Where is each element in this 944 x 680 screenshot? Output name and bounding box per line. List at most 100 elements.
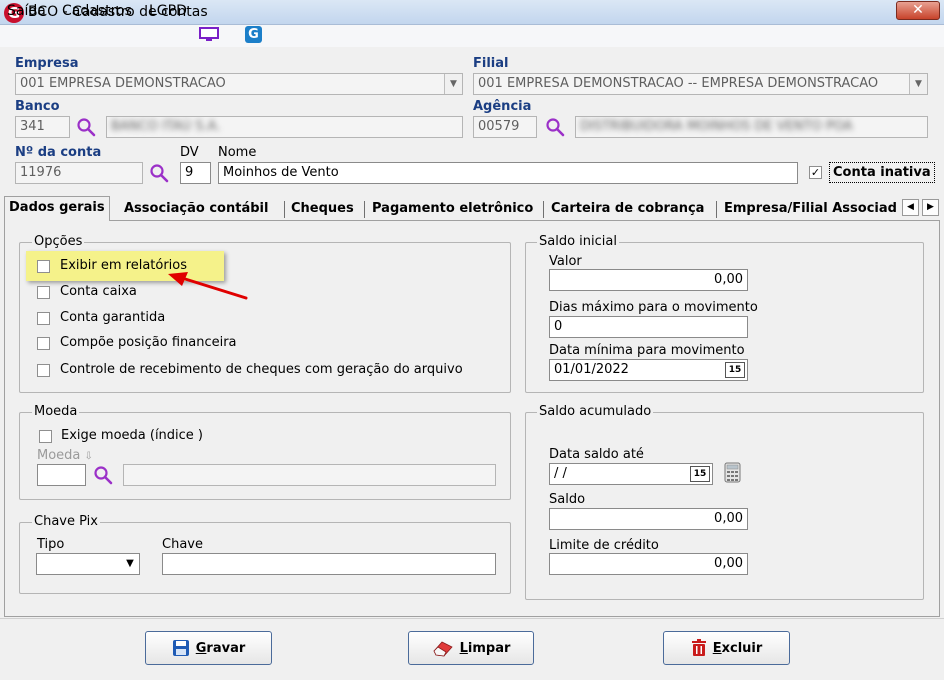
trash-icon (691, 639, 706, 656)
data-minima-label: Data mínima para movimento (549, 343, 745, 358)
tab-separator (284, 201, 285, 218)
conta-inativa-checkbox[interactable]: ✓ (809, 166, 822, 179)
opcoes-title: Opções (32, 234, 85, 249)
limite-credito-label: Limite de crédito (549, 538, 659, 553)
data-minima-value: 01/01/2022 (554, 362, 629, 377)
calculator-icon[interactable] (724, 462, 741, 483)
calendar-icon[interactable]: 15 (690, 466, 710, 482)
dv-field[interactable]: 9 (180, 162, 211, 184)
agencia-label: Agência (473, 99, 532, 114)
conta-inativa-label[interactable]: Conta inativa (829, 162, 935, 183)
banco-name-field: BANCO ITAÚ S.A. (106, 116, 463, 138)
menu-lgpd[interactable]: LGPD (149, 3, 187, 19)
conta-label: Nº da conta (15, 145, 102, 160)
red-arrow-annotation (168, 272, 248, 300)
tab-separator (716, 201, 717, 218)
controle-cheques-checkbox[interactable] (37, 364, 50, 377)
moeda-label: Moeda ⇩ (37, 448, 93, 463)
excluir-label: Excluir (712, 640, 763, 656)
tab-empresa-filial-associada[interactable]: Empresa/Filial Associad (720, 198, 900, 221)
limpar-button[interactable]: Limpar (408, 631, 534, 665)
tab-cheques[interactable]: Cheques (287, 198, 358, 221)
empresa-combo[interactable]: 001 EMPRESA DEMONSTRACAO ▼ (15, 73, 463, 95)
chave-label: Chave (162, 537, 203, 552)
agencia-name-value: DISTRIBUIDORA MOINHOS DE VENTO POA (580, 119, 853, 134)
compoe-posicao-label: Compõe posição financeira (60, 335, 237, 350)
conta-garantida-checkbox[interactable] (37, 312, 50, 325)
tipo-combo[interactable]: ▼ (36, 553, 140, 575)
data-saldo-value: / / (554, 466, 567, 481)
eraser-icon (433, 641, 453, 657)
chave-field[interactable] (162, 553, 496, 575)
menu-saida[interactable]: Saída (7, 3, 46, 19)
limpar-label: Limpar (459, 640, 511, 656)
valor-field[interactable]: 0,00 (549, 269, 748, 291)
empresa-value: 001 EMPRESA DEMONSTRACAO (20, 76, 226, 91)
data-minima-field[interactable]: 01/01/2022 15 (549, 359, 748, 381)
tab-scroll-right-icon[interactable]: ▶ (922, 199, 939, 216)
saldo-inicial-title: Saldo inicial (537, 234, 619, 249)
data-saldo-field[interactable]: / / 15 (549, 463, 713, 485)
saldo-label: Saldo (549, 492, 586, 507)
moeda-label-text: Moeda (37, 448, 81, 463)
nome-label: Nome (218, 145, 257, 160)
magnifier-icon[interactable] (149, 163, 169, 183)
dias-maximo-label: Dias máximo para o movimento (549, 300, 758, 315)
banco-label: Banco (15, 99, 60, 114)
limite-credito-field[interactable]: 0,00 (549, 553, 748, 575)
exibir-relatorios-checkbox[interactable] (37, 260, 50, 273)
magnifier-icon[interactable] (76, 117, 96, 137)
controle-cheques-label: Controle de recebimento de cheques com g… (60, 362, 463, 377)
moeda-code-field[interactable] (37, 464, 86, 486)
filial-label: Filial (473, 56, 509, 71)
dias-maximo-field[interactable]: 0 (549, 316, 748, 338)
tab-separator (364, 201, 365, 218)
moeda-lookup-icon: ⇩ (84, 451, 93, 462)
conta-field[interactable]: 11976 (15, 162, 143, 184)
saldo-acumulado-title: Saldo acumulado (537, 404, 654, 419)
conta-caixa-checkbox[interactable] (37, 286, 50, 299)
conta-caixa-label: Conta caixa (60, 284, 137, 299)
compoe-posicao-checkbox[interactable] (37, 337, 50, 350)
excluir-button[interactable]: Excluir (663, 631, 790, 665)
magnifier-icon[interactable] (545, 117, 565, 137)
magnifier-icon[interactable] (93, 465, 113, 485)
filial-combo[interactable]: 001 EMPRESA DEMONSTRACAO -- EMPRESA DEMO… (473, 73, 928, 95)
agencia-name-field: DISTRIBUIDORA MOINHOS DE VENTO POA (575, 116, 928, 138)
banco-code-field[interactable]: 341 (15, 116, 70, 138)
chave-pix-title: Chave Pix (32, 514, 100, 529)
gravar-label: Gravar (195, 640, 246, 656)
chevron-down-icon[interactable]: ▼ (909, 74, 927, 94)
tab-scroll-left-icon[interactable]: ◀ (902, 199, 919, 216)
gravar-button[interactable]: Gravar (145, 631, 272, 665)
monitor-icon[interactable] (199, 27, 219, 42)
filial-value: 001 EMPRESA DEMONSTRACAO -- EMPRESA DEMO… (478, 76, 879, 91)
valor-label: Valor (549, 254, 582, 269)
g-logo-icon[interactable]: G (245, 26, 262, 43)
saldo-field[interactable]: 0,00 (549, 508, 748, 530)
menu-bar (0, 25, 944, 47)
conta-garantida-label: Conta garantida (60, 310, 166, 325)
floppy-disk-icon (172, 640, 189, 656)
tab-separator (543, 201, 544, 218)
nome-field[interactable]: Moinhos de Vento (218, 162, 798, 184)
tab-dados-gerais[interactable]: Dados gerais (4, 196, 110, 222)
chevron-down-icon[interactable]: ▼ (121, 554, 139, 574)
banco-name-value: BANCO ITAÚ S.A. (111, 119, 221, 134)
chevron-down-icon[interactable]: ▼ (444, 74, 462, 94)
close-button[interactable]: ✕ (896, 1, 940, 20)
tab-pagamento-eletronico[interactable]: Pagamento eletrônico (368, 198, 537, 221)
exige-moeda-checkbox[interactable] (39, 430, 52, 443)
tab-associacao-contabil[interactable]: Associação contábil (120, 198, 272, 221)
exige-moeda-label: Exige moeda (índice ) (61, 428, 204, 443)
tipo-label: Tipo (37, 537, 65, 552)
empresa-label: Empresa (15, 56, 79, 71)
menu-cadastros[interactable]: Cadastros (62, 3, 132, 19)
moeda-name-field (123, 464, 496, 486)
agencia-code-field[interactable]: 00579 (473, 116, 537, 138)
dv-label: DV (180, 145, 199, 160)
calendar-icon[interactable]: 15 (725, 362, 745, 378)
tab-carteira-cobranca[interactable]: Carteira de cobrança (547, 198, 708, 221)
moeda-title: Moeda (32, 404, 80, 419)
data-saldo-label: Data saldo até (549, 447, 644, 462)
